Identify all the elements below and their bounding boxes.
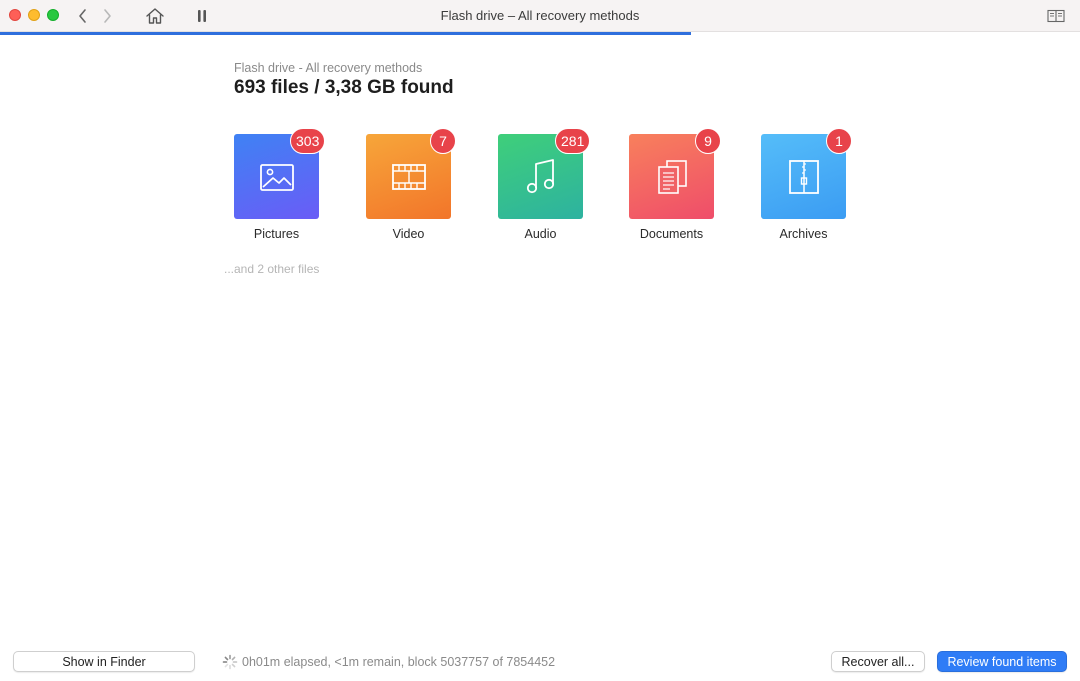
documents-count-badge: 9 bbox=[695, 128, 721, 154]
scan-subtitle: Flash drive - All recovery methods bbox=[234, 61, 423, 75]
recover-all-button[interactable]: Recover all... bbox=[831, 651, 925, 672]
spinner-icon bbox=[222, 654, 238, 670]
toggle-sidebar-button[interactable] bbox=[1045, 5, 1067, 27]
window-title: Flash drive – All recovery methods bbox=[440, 8, 640, 23]
results-headline: 693 files / 3,38 GB found bbox=[234, 77, 454, 98]
video-count-badge: 7 bbox=[430, 128, 456, 154]
review-found-items-button[interactable]: Review found items bbox=[937, 651, 1067, 672]
scan-status-text: 0h01m elapsed, <1m remain, block 5037757… bbox=[242, 655, 556, 669]
archives-count-badge: 1 bbox=[826, 128, 852, 154]
category-audio[interactable]: 281 Audio bbox=[498, 128, 591, 244]
category-label: Video bbox=[392, 227, 425, 241]
image-icon bbox=[259, 163, 294, 191]
audio-count-badge: 281 bbox=[555, 128, 591, 154]
category-label: Pictures bbox=[253, 227, 300, 241]
show-in-finder-button[interactable]: Show in Finder bbox=[13, 651, 195, 672]
category-label: Audio bbox=[524, 227, 557, 241]
documents-icon bbox=[657, 159, 687, 194]
music-note-icon bbox=[526, 158, 554, 193]
category-documents[interactable]: 9 Documents bbox=[629, 128, 721, 244]
archive-zip-icon bbox=[788, 159, 819, 194]
category-label: Documents bbox=[639, 227, 704, 241]
category-label: Archives bbox=[779, 227, 828, 241]
category-archives[interactable]: 1 Archives bbox=[761, 128, 852, 244]
other-files-link[interactable]: ...and 2 other files bbox=[224, 262, 319, 276]
title-bar: Flash drive – All recovery methods bbox=[0, 0, 1080, 32]
category-pictures[interactable]: 303 Pictures bbox=[234, 128, 326, 244]
pictures-count-badge: 303 bbox=[290, 128, 326, 154]
scan-status: 0h01m elapsed, <1m remain, block 5037757… bbox=[222, 654, 555, 670]
scan-progress-bar bbox=[0, 32, 1080, 35]
book-icon bbox=[1047, 9, 1065, 23]
scan-progress-fill bbox=[0, 32, 692, 35]
category-video[interactable]: 7 Video bbox=[366, 128, 456, 244]
film-icon bbox=[391, 163, 426, 190]
